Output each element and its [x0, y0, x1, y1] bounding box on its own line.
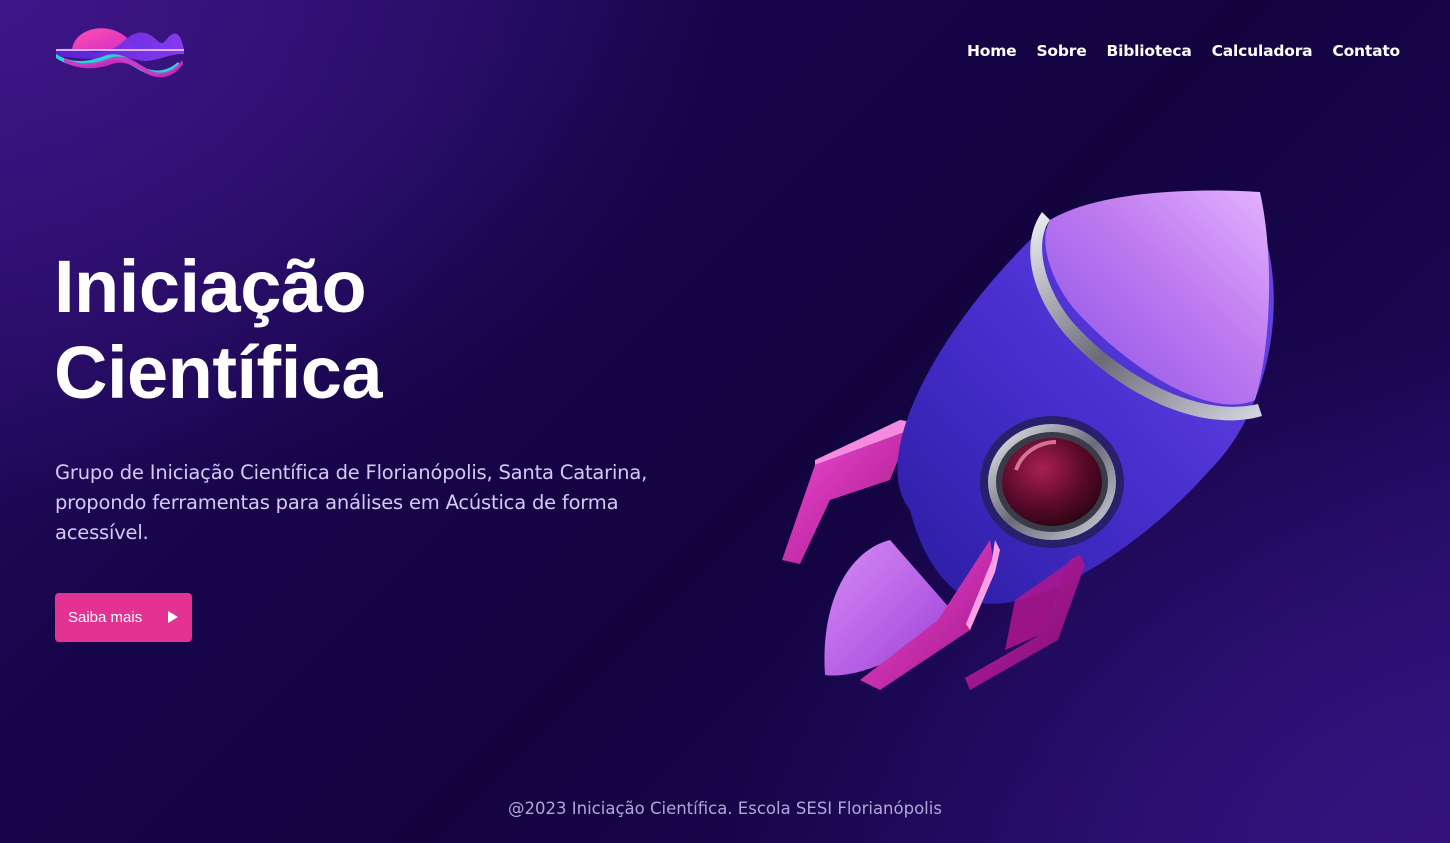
hero-title: Iniciação Científica	[54, 244, 383, 416]
play-icon	[168, 611, 178, 623]
saiba-mais-label: Saiba mais	[68, 609, 143, 626]
hero-description: Grupo de Iniciação Científica de Florian…	[55, 461, 648, 544]
nav-sobre[interactable]: Sobre	[1036, 42, 1086, 60]
sound-wave-logo-icon	[56, 28, 184, 78]
nav-contato[interactable]: Contato	[1332, 42, 1400, 60]
nav-calculadora[interactable]: Calculadora	[1212, 42, 1313, 60]
hero-title-line-2: Científica	[54, 331, 383, 414]
rocket-icon	[782, 190, 1274, 690]
nav-home[interactable]: Home	[967, 42, 1017, 60]
rocket-illustration	[770, 180, 1290, 700]
logo[interactable]	[54, 18, 186, 80]
main-nav: Home Sobre Biblioteca Calculadora Contat…	[967, 42, 1400, 60]
saiba-mais-button[interactable]: Saiba mais	[55, 593, 192, 642]
hero-title-line-1: Iniciação	[54, 245, 367, 328]
footer-copyright: @2023 Iniciação Científica. Escola SESI …	[508, 799, 942, 818]
nav-biblioteca[interactable]: Biblioteca	[1107, 42, 1192, 60]
